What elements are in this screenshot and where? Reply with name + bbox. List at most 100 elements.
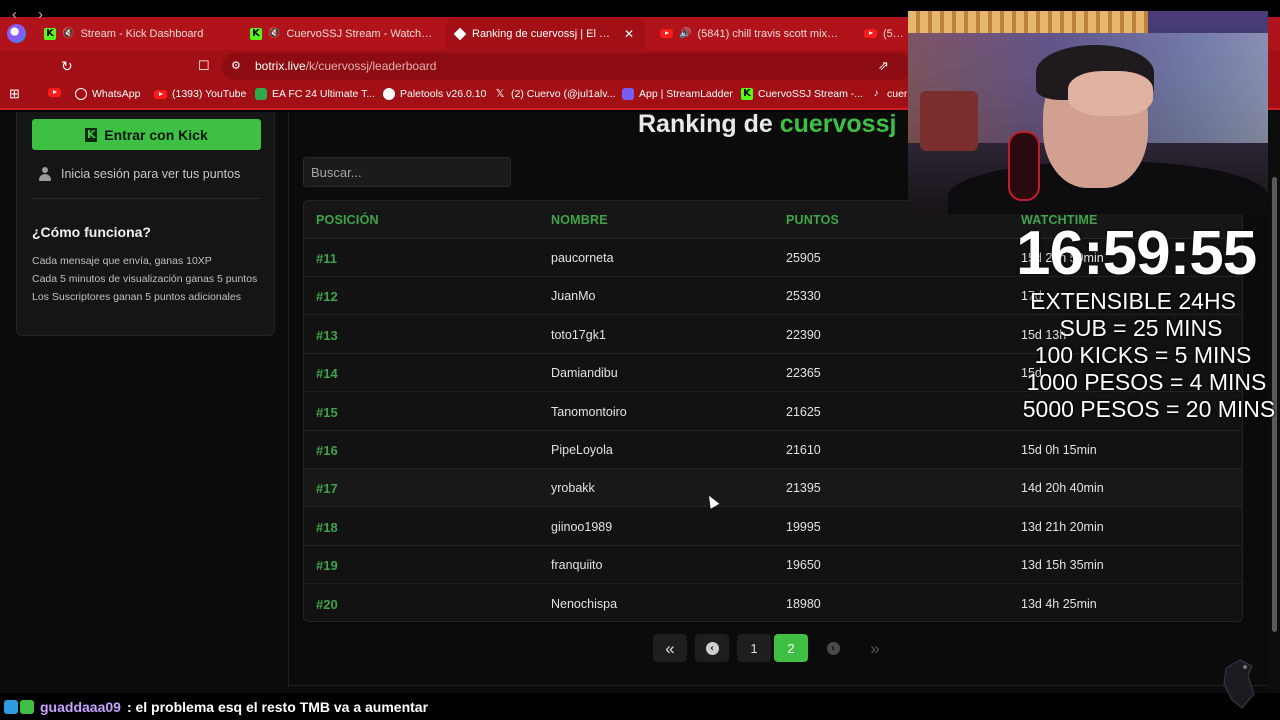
how-line: Los Suscriptores ganan 5 puntos adiciona… (32, 291, 241, 303)
tab-title: Stream - Kick Dashboard (80, 27, 204, 40)
search-input[interactable] (303, 157, 511, 187)
column-points[interactable]: PUNTOS (786, 213, 839, 227)
table-row: #16 PipeLoyola 21610 15d 0h 15min (304, 431, 1242, 469)
crow-logo-icon (1223, 659, 1255, 709)
chat-badges (4, 699, 34, 714)
row-points: 25905 (786, 251, 821, 265)
forward-icon[interactable]: › (38, 6, 43, 23)
double-chevron-left-icon: « (665, 638, 675, 658)
subathon-rule: 100 KICKS = 5 MINS (1034, 342, 1252, 368)
x-icon: 𝕏 (495, 88, 505, 100)
last-page-button[interactable]: » (858, 634, 892, 662)
bookmark-streamladder[interactable]: App | StreamLadder (622, 88, 733, 100)
row-position: #14 (316, 366, 338, 382)
double-chevron-right-icon: » (870, 638, 880, 658)
row-position: #17 (316, 481, 338, 497)
column-position[interactable]: POSICIÓN (316, 213, 379, 227)
table-row: #19 franquiito 19650 13d 15h 35min (304, 546, 1242, 585)
login-with-kick-button[interactable]: K Entrar con Kick (32, 119, 261, 150)
speaker-icon: 🔊 (679, 28, 692, 39)
table-row: #18 giinoo1989 19995 13d 21h 20min (304, 508, 1242, 546)
row-position: #12 (316, 289, 338, 305)
chat-badge-icon (4, 699, 18, 714)
reload-icon[interactable]: ↻ (61, 58, 73, 75)
tab-youtube-mix[interactable]: 🔊 (5841) chill travis scott mix that m (652, 20, 848, 47)
row-name: toto17gk1 (551, 327, 606, 342)
bookmark-label: Paletools v26.0.10 (400, 88, 487, 100)
how-it-works-title: ¿Cómo funciona? (32, 224, 151, 240)
tab-ranking-active[interactable]: Ranking de cuervossj | El mejor s ✕ (446, 18, 646, 50)
bookmark-label: EA FC 24 Ultimate T... (272, 88, 376, 100)
row-name: Tanomontoiro (551, 404, 627, 419)
apps-grid-icon[interactable]: ⊞ (9, 86, 20, 102)
row-position: #20 (316, 596, 338, 612)
paletools-icon (383, 88, 395, 100)
bookmark-label: WhatsApp (92, 88, 141, 100)
webcam-string-lights (908, 11, 1148, 33)
bookmark-cuervossj-kick[interactable]: K CuervoSSJ Stream -... (741, 88, 863, 100)
bookmark-label: CuervoSSJ Stream -... (758, 88, 864, 100)
tab-title: Ranking de cuervossj | El mejor s (472, 28, 612, 40)
how-line: Cada mensaje que envía, ganas 10XP (32, 255, 212, 267)
page-1-button[interactable]: 1 (737, 634, 771, 662)
share-icon[interactable]: ⇗ (878, 58, 889, 74)
prev-page-button[interactable]: ‹ (695, 634, 729, 662)
subathon-rule: 1000 PESOS = 4 MINS (1026, 369, 1267, 395)
login-hint-text: Inicia sesión para ver tus puntos (61, 167, 241, 181)
bookmark-ea-fc[interactable]: EA FC 24 Ultimate T... (255, 88, 375, 100)
kick-icon: K (250, 27, 262, 40)
bookmark-paletools[interactable]: Paletools v26.0.10 (383, 88, 486, 100)
chat-message: : el problema esq el resto TMB va a aume… (126, 698, 429, 715)
column-name[interactable]: NOMBRE (551, 213, 608, 227)
tab-title: (5841) chill travis scott mix that m (697, 27, 840, 40)
browser-profile-icon[interactable] (7, 24, 26, 43)
chat-username: guaddaaa09 (40, 698, 121, 715)
bookmark-tiktok[interactable]: ♪ cuer (870, 88, 908, 100)
sidebar-divider (32, 198, 261, 199)
site-settings-icon[interactable]: ⚙ (231, 59, 241, 72)
row-position: #13 (316, 327, 338, 343)
bookmark-youtube-1393[interactable]: (1393) YouTube (154, 88, 246, 100)
row-points: 19650 (786, 558, 821, 573)
whatsapp-icon (75, 88, 87, 100)
login-button-label: Entrar con Kick (104, 126, 208, 143)
tab-cuervossj-stream[interactable]: K 🔇 CuervoSSJ Stream - Watch Live o (242, 20, 442, 47)
bookmark-icon[interactable]: ☐ (198, 58, 210, 74)
bookmark-label: (2) Cuervo (@jul1alv... (511, 88, 616, 100)
page-number: 2 (787, 640, 795, 656)
url-text[interactable]: botrix.live/k/cuervossj/leaderboard (255, 59, 436, 73)
first-page-button[interactable]: « (653, 634, 687, 662)
page-2-button[interactable]: 2 (774, 634, 808, 662)
row-name: PipeLoyola (551, 443, 613, 457)
bookmark-youtube[interactable] (48, 88, 61, 97)
tab-youtube-2[interactable]: (5841 (856, 20, 916, 47)
row-position: #16 (316, 443, 338, 458)
chevron-right-icon: › (826, 641, 840, 655)
chat-overlay: guaddaaa09 : el problema esq el resto TM… (0, 693, 1280, 720)
page-number: 1 (750, 640, 758, 656)
webcam-overlay (908, 11, 1268, 214)
row-points: 18980 (786, 596, 821, 611)
bookmark-x-cuervo[interactable]: 𝕏 (2) Cuervo (@jul1alv... (494, 88, 616, 100)
url-host: botrix.live (255, 59, 306, 73)
tab-title: (5841 (883, 27, 908, 40)
row-position: #11 (316, 251, 337, 266)
streamladder-icon (622, 88, 634, 100)
tab-title: CuervoSSJ Stream - Watch Live o (286, 27, 434, 40)
chat-badge-icon (20, 699, 34, 714)
login-hint: Inicia sesión para ver tus puntos (39, 167, 240, 181)
back-icon[interactable]: ‹ (12, 6, 17, 23)
bookmark-whatsapp[interactable]: WhatsApp (75, 88, 140, 100)
chevron-left-icon: ‹ (705, 641, 719, 655)
row-watchtime: 15d 0h 15min (1021, 443, 1097, 457)
close-tab-icon[interactable]: ✕ (624, 27, 634, 41)
row-position: #15 (316, 404, 338, 420)
webcam-streamer-hand (1068, 71, 1153, 116)
next-page-button[interactable]: › (816, 634, 850, 662)
tab-kick-dashboard[interactable]: K 🔇 Stream - Kick Dashboard (36, 20, 236, 47)
mute-icon: 🔇 (268, 28, 281, 39)
table-row: #20 Nenochispa 18980 13d 4h 25min (304, 585, 1242, 621)
row-name: paucorneta (551, 251, 614, 265)
row-points: 22365 (786, 366, 821, 381)
row-name: Nenochispa (551, 596, 618, 611)
